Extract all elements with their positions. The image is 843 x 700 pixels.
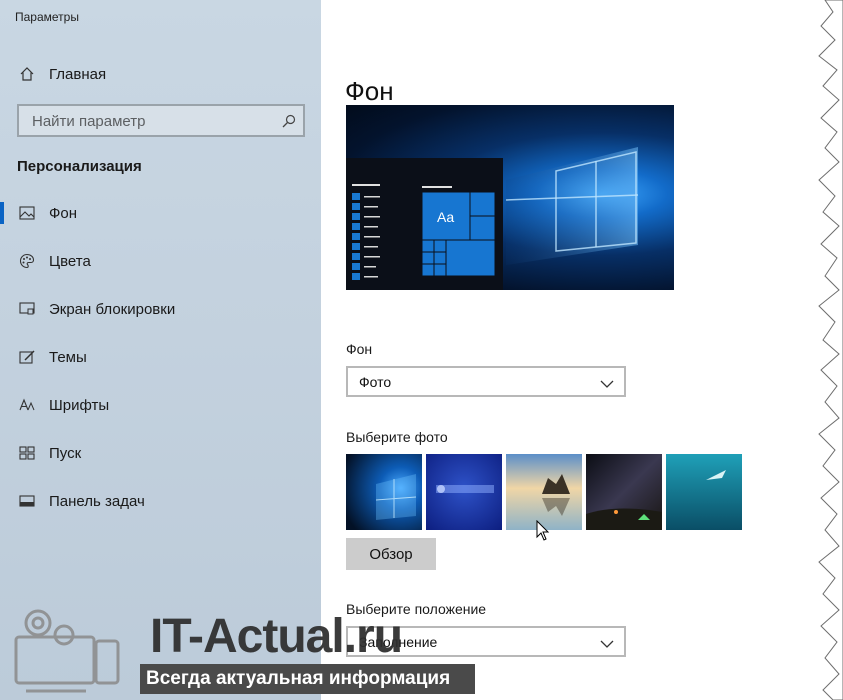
photo-thumbnail[interactable]	[586, 454, 662, 530]
watermark-brand: IT-Actual.ru	[150, 610, 403, 663]
palette-icon	[18, 252, 36, 270]
background-preview: Aa	[346, 105, 674, 290]
section-heading: Персонализация	[17, 158, 142, 175]
underwater-photo	[666, 454, 742, 530]
chevron-down-icon	[600, 376, 614, 394]
sidebar-item-background[interactable]: Фон	[0, 197, 321, 229]
search-input[interactable]	[30, 106, 274, 137]
sidebar-item-start[interactable]: Пуск	[0, 437, 321, 469]
sidebar-item-label: Экран блокировки	[49, 300, 176, 318]
search-box[interactable]	[17, 104, 305, 137]
watermark-tagline: Всегда актуальная информация	[140, 664, 475, 694]
sidebar-item-colors[interactable]: Цвета	[0, 245, 321, 277]
lock-screen-icon	[18, 300, 36, 318]
browse-button[interactable]: Обзор	[346, 538, 436, 570]
it-actual-wallpaper-photo	[426, 454, 502, 530]
photo-thumbnail[interactable]	[346, 454, 422, 530]
sidebar-item-lock-screen[interactable]: Экран блокировки	[0, 293, 321, 325]
start-menu-preview: Aa	[346, 158, 503, 290]
mouse-cursor-icon	[536, 520, 550, 541]
search-icon[interactable]	[281, 113, 297, 134]
sidebar-item-label: Цвета	[49, 252, 91, 270]
start-menu-tiles	[352, 184, 496, 280]
taskbar-icon	[18, 492, 36, 510]
it-actual-logo-icon	[14, 609, 120, 693]
beach-rocks-photo	[506, 454, 582, 530]
photo-thumbnail[interactable]	[426, 454, 502, 530]
sidebar-item-label: Темы	[49, 348, 87, 366]
photo-thumbnail[interactable]	[666, 454, 742, 530]
nav-home-label: Главная	[49, 65, 107, 83]
nav-home[interactable]: Главная	[0, 58, 321, 90]
torn-edge	[818, 0, 843, 700]
sidebar-item-themes[interactable]: Темы	[0, 341, 321, 373]
chevron-down-icon	[600, 636, 614, 654]
photo-thumbnail[interactable]	[506, 454, 582, 530]
tile-text: Aa	[437, 209, 455, 225]
sidebar-item-taskbar[interactable]: Панель задач	[0, 485, 321, 517]
page-title: Фон	[345, 76, 394, 107]
choose-photo-label: Выберите фото	[346, 429, 448, 445]
background-type-label: Фон	[346, 341, 373, 357]
sidebar-item-label: Пуск	[49, 444, 82, 462]
sidebar-item-fonts[interactable]: Шрифты	[0, 389, 321, 421]
sidebar: Параметры Главная Персонализация Фон Цве…	[0, 0, 321, 700]
sidebar-item-label: Панель задач	[49, 492, 145, 510]
window-title: Параметры	[15, 10, 79, 24]
start-icon	[18, 444, 36, 462]
background-type-select[interactable]: Фото	[346, 366, 626, 397]
sidebar-item-label: Шрифты	[49, 396, 110, 414]
picture-icon	[18, 204, 36, 222]
sidebar-item-label: Фон	[49, 204, 78, 222]
fonts-icon	[18, 396, 36, 414]
windows-light-photo	[346, 454, 422, 530]
themes-icon	[18, 348, 36, 366]
night-sky-photo	[586, 454, 662, 530]
background-type-value: Фото	[359, 374, 392, 390]
home-icon	[18, 65, 36, 83]
